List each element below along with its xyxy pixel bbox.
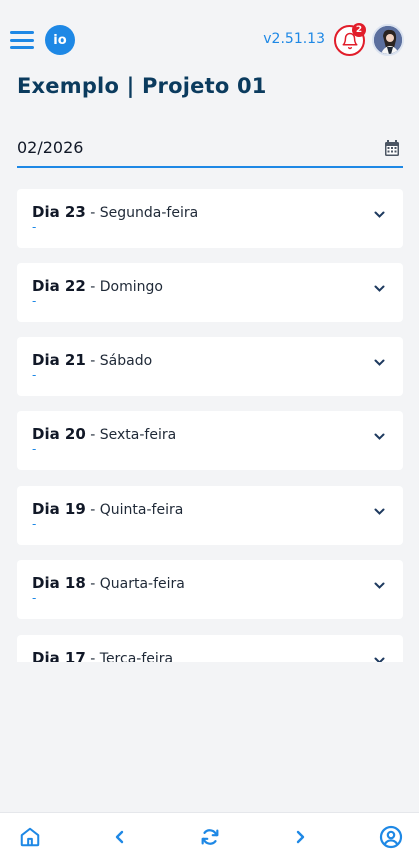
day-card-23[interactable]: Dia 23 - Segunda-feira - [17, 189, 403, 248]
day-detail: - [32, 294, 37, 308]
day-separator: - [85, 502, 100, 518]
day-weekday: Quinta-feira [99, 502, 184, 518]
day-label: Dia 19 [32, 500, 86, 518]
day-card-17[interactable]: Dia 17 - Terça-feira - [17, 635, 403, 662]
day-separator: - [85, 651, 100, 662]
chevron-down-icon[interactable] [374, 211, 385, 219]
day-card-20[interactable]: Dia 20 - Sexta-feira - [17, 411, 403, 470]
chevron-down-icon[interactable] [374, 657, 385, 662]
day-label: Dia 18 [32, 574, 86, 592]
chevron-down-icon[interactable] [374, 508, 385, 516]
day-detail: - [32, 368, 37, 382]
home-icon [20, 827, 40, 847]
chevron-down-icon[interactable] [374, 433, 385, 441]
day-title: Dia 23 - Segunda-feira [32, 203, 198, 221]
chevron-left-icon [115, 830, 124, 844]
day-card-22[interactable]: Dia 22 - Domingo - [17, 263, 403, 322]
day-weekday: Terça-feira [99, 651, 174, 662]
chevron-right-icon [296, 830, 305, 844]
day-detail: - [32, 220, 37, 234]
day-detail: - [32, 442, 37, 456]
day-title: Dia 17 - Terça-feira [32, 649, 173, 662]
day-label: Dia 17 [32, 649, 86, 662]
version-label: v2.51.13 [263, 31, 325, 47]
day-title: Dia 22 - Domingo [32, 277, 163, 295]
day-separator: - [85, 353, 100, 369]
day-weekday: Domingo [99, 279, 163, 295]
day-card-21[interactable]: Dia 21 - Sábado - [17, 337, 403, 396]
page-title: Exemplo | Projeto 01 [17, 74, 267, 98]
day-card-19[interactable]: Dia 19 - Quinta-feira - [17, 486, 403, 545]
day-label: Dia 23 [32, 203, 86, 221]
day-weekday: Sexta-feira [99, 427, 177, 443]
user-photo-icon [374, 26, 402, 54]
day-title: Dia 18 - Quarta-feira [32, 574, 185, 592]
day-separator: - [85, 427, 100, 443]
month-value: 02/2026 [17, 138, 84, 157]
previous-button[interactable] [108, 825, 132, 849]
day-label: Dia 20 [32, 425, 86, 443]
day-weekday: Quarta-feira [99, 576, 185, 592]
profile-button[interactable] [379, 825, 403, 849]
day-separator: - [85, 576, 100, 592]
chevron-down-icon[interactable] [374, 582, 385, 590]
day-separator: - [85, 279, 100, 295]
avatar[interactable] [372, 24, 404, 56]
user-circle-icon [379, 825, 403, 849]
chevron-down-icon[interactable] [374, 285, 385, 293]
month-picker-field[interactable]: 02/2026 [17, 128, 403, 168]
notification-badge: 2 [352, 23, 366, 37]
day-title: Dia 20 - Sexta-feira [32, 425, 176, 443]
day-list[interactable]: Dia 23 - Segunda-feira - Dia 22 - Doming… [17, 189, 403, 662]
notifications-button[interactable]: 2 [334, 23, 366, 56]
day-title: Dia 19 - Quinta-feira [32, 500, 183, 518]
menu-icon[interactable] [10, 31, 34, 49]
home-button[interactable] [18, 825, 42, 849]
top-bar: io v2.51.13 2 [0, 0, 419, 76]
day-detail: - [32, 517, 37, 531]
app-logo[interactable]: io [45, 25, 75, 55]
next-button[interactable] [288, 825, 312, 849]
day-weekday: Sábado [99, 353, 153, 369]
day-card-18[interactable]: Dia 18 - Quarta-feira - [17, 560, 403, 619]
day-label: Dia 22 [32, 277, 86, 295]
refresh-button[interactable] [198, 825, 222, 849]
bottom-nav [0, 812, 419, 855]
day-title: Dia 21 - Sábado [32, 351, 152, 369]
chevron-down-icon[interactable] [374, 359, 385, 367]
day-label: Dia 21 [32, 351, 86, 369]
day-detail: - [32, 591, 37, 605]
day-separator: - [85, 205, 100, 221]
calendar-icon[interactable] [385, 140, 399, 156]
refresh-icon [201, 829, 219, 845]
day-weekday: Segunda-feira [99, 205, 199, 221]
